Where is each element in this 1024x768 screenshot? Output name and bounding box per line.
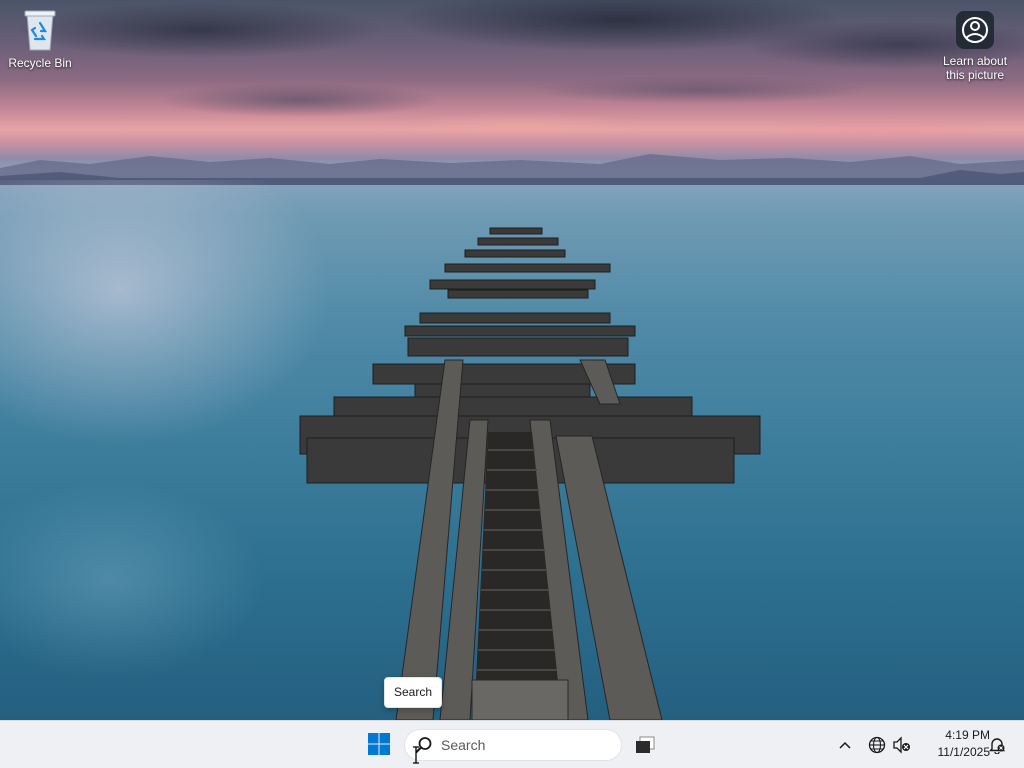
desktop-wallpaper: Recycle Bin Learn about this picture [0, 0, 1024, 720]
search-placeholder: Search [441, 737, 486, 753]
start-button[interactable] [362, 727, 396, 761]
learn-about-picture-label: Learn about this picture [942, 54, 1008, 82]
clock-date: 11/1/2025 [937, 745, 991, 759]
bell-icon [988, 738, 1006, 754]
taskbar-search-box[interactable]: Search [404, 729, 622, 761]
speaker-muted-icon [893, 736, 910, 754]
clock-time: 4:19 PM [945, 728, 990, 742]
learn-about-picture-desktop-icon[interactable]: Learn about this picture [936, 10, 1014, 82]
taskbar: Search 4:19 PM 11/1/2025 [0, 720, 1024, 768]
task-view-icon [636, 736, 655, 753]
network-status-button[interactable] [866, 733, 888, 757]
text-cursor-icon [413, 746, 419, 764]
wooden-pier [299, 227, 761, 720]
search-tooltip: Search [384, 677, 443, 708]
recycle-bin-label: Recycle Bin [8, 56, 72, 70]
camera-circle-icon [956, 11, 994, 49]
volume-button[interactable] [891, 733, 913, 757]
notification-center-button[interactable] [985, 733, 1009, 757]
recycle-bin-desktop-icon[interactable]: Recycle Bin [2, 8, 78, 70]
globe-network-icon [868, 736, 886, 754]
windows-logo-icon [368, 733, 390, 755]
show-hidden-icons-button[interactable] [834, 733, 856, 757]
chevron-up-icon [839, 741, 851, 749]
task-view-button[interactable] [630, 729, 660, 761]
taskbar-clock[interactable]: 4:19 PM 11/1/2025 [918, 727, 991, 763]
recycle-bin-icon [24, 10, 56, 51]
